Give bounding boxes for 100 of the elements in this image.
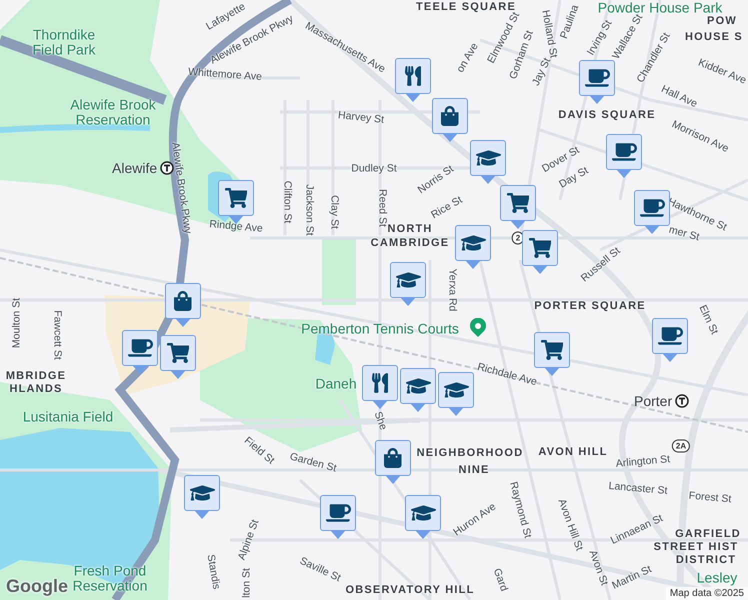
map-marker[interactable] [522,230,558,274]
graduation-cap-icon [444,380,468,400]
street-label: Yerxa Rd [446,268,458,312]
street-label: Day St [558,165,590,191]
neighborhood-label: STREET HIST [654,542,738,554]
map-marker[interactable] [160,335,196,379]
street-label: Dudley St [351,164,397,174]
map-marker[interactable] [606,134,642,178]
neighborhood-label: TEELE SQUARE [416,2,516,14]
street-label: Gard [490,567,510,593]
street-label: Fawcett St [52,310,62,360]
street-label: Garden St [288,451,338,475]
street-label: She [372,410,388,432]
map-marker[interactable] [165,283,201,327]
shopping-cart-icon [224,188,248,208]
map-marker[interactable] [500,185,536,229]
map-marker[interactable] [375,440,411,484]
park-label: Daneh [315,376,357,392]
park-area [322,238,356,305]
street-label: Richdale Ave [476,362,538,388]
map-marker[interactable] [470,140,506,184]
map-marker[interactable] [395,58,431,102]
street-label: Whittemore Ave [188,66,262,84]
map-marker[interactable] [455,225,491,269]
map-marker[interactable] [579,60,615,104]
shopping-bag-icon [384,448,402,468]
neighborhood-label: NINE [458,465,490,477]
map-marker[interactable] [652,318,688,362]
map-marker[interactable] [400,368,436,412]
coffee-cup-icon [612,142,636,162]
street-label: Reed St [376,189,388,227]
map-marker[interactable] [534,332,570,376]
google-logo: Google [6,576,68,597]
map-marker[interactable] [362,365,398,409]
fork-knife-icon [372,373,388,393]
map-marker[interactable] [432,98,468,142]
street-label: Standis [204,554,222,590]
station-label: Porter [634,393,672,409]
street-label: Clifton St [282,180,292,224]
graduation-cap-icon [190,483,214,503]
neighborhood-label: NORTH [387,224,433,236]
park-label: Thorndike Field Park [32,27,96,57]
neighborhood-label: PORTER SQUARE [534,301,646,313]
park-label: Lusitania Field [22,410,114,424]
street-label: Alpine St [236,518,262,562]
map-marker[interactable] [184,475,220,519]
coffee-cup-icon [640,198,664,218]
street-label: Rindge Ave [208,219,264,235]
shopping-cart-icon [528,238,552,258]
coffee-cup-icon [584,68,610,88]
street-label: lton St [242,568,252,598]
map-marker[interactable] [438,372,474,416]
neighborhood-label: HLANDS [9,384,63,396]
map-marker[interactable] [390,262,426,306]
street-label: mer St [668,224,700,244]
street-label: Martin St [610,564,654,592]
neighborhood-label: CAMBRIDGE [370,238,450,250]
neighborhood-label: GARFIELD [675,529,741,541]
street-label: Clay St [328,195,340,229]
street-label: Alewife Brook Pkwy [169,142,193,234]
graduation-cap-icon [460,233,486,253]
route-shield: 2A [672,440,690,452]
street-label: on Ave [455,41,481,75]
park-label: Pemberton Tennis Courts [301,322,459,336]
street-label: Avon St [586,548,610,588]
street-label: Avon Hill St [556,498,584,552]
graduation-cap-icon [410,503,436,523]
map-marker[interactable] [405,495,441,539]
street-label: Harvey St [338,110,384,126]
shopping-cart-icon [540,340,564,360]
street-label: Holland St [539,9,559,59]
shopping-cart-icon [506,193,530,213]
neighborhood-label: MBRIDGE [6,371,66,383]
map-marker[interactable] [320,495,356,539]
neighborhood-label: HOUSE S [685,32,743,44]
park-label: Fresh Pond Reservation [72,563,148,593]
park-label: Alewife Brook Reservation [70,97,156,127]
neighborhood-label: DISTRICT [676,555,736,567]
fork-knife-icon [405,66,421,86]
street-label: Forest St [688,490,732,506]
neighborhood-label: AVON HILL [538,447,608,459]
graduation-cap-icon [406,376,430,396]
street-label: Elm St [696,304,720,336]
map-marker[interactable] [122,330,158,374]
park-label: Powder House Park [598,0,722,16]
coffee-cup-icon [658,326,682,346]
neighborhood-label: OBSERVATORY HILL [346,585,474,597]
location-pin-icon [469,318,487,338]
street-label: Arlington St [615,454,671,470]
map-marker[interactable] [634,190,670,234]
park-label: Lesley [696,570,738,586]
shopping-bag-icon [174,291,192,311]
graduation-cap-icon [476,148,500,168]
coffee-cup-icon [326,503,350,523]
graduation-cap-icon [396,270,420,290]
street-label: Hall Ave [659,84,699,110]
attribution-text: Map data ©2025 [666,587,748,600]
coffee-cup-icon [128,338,152,358]
shopping-bag-icon [441,106,459,126]
shopping-cart-icon [166,343,190,363]
